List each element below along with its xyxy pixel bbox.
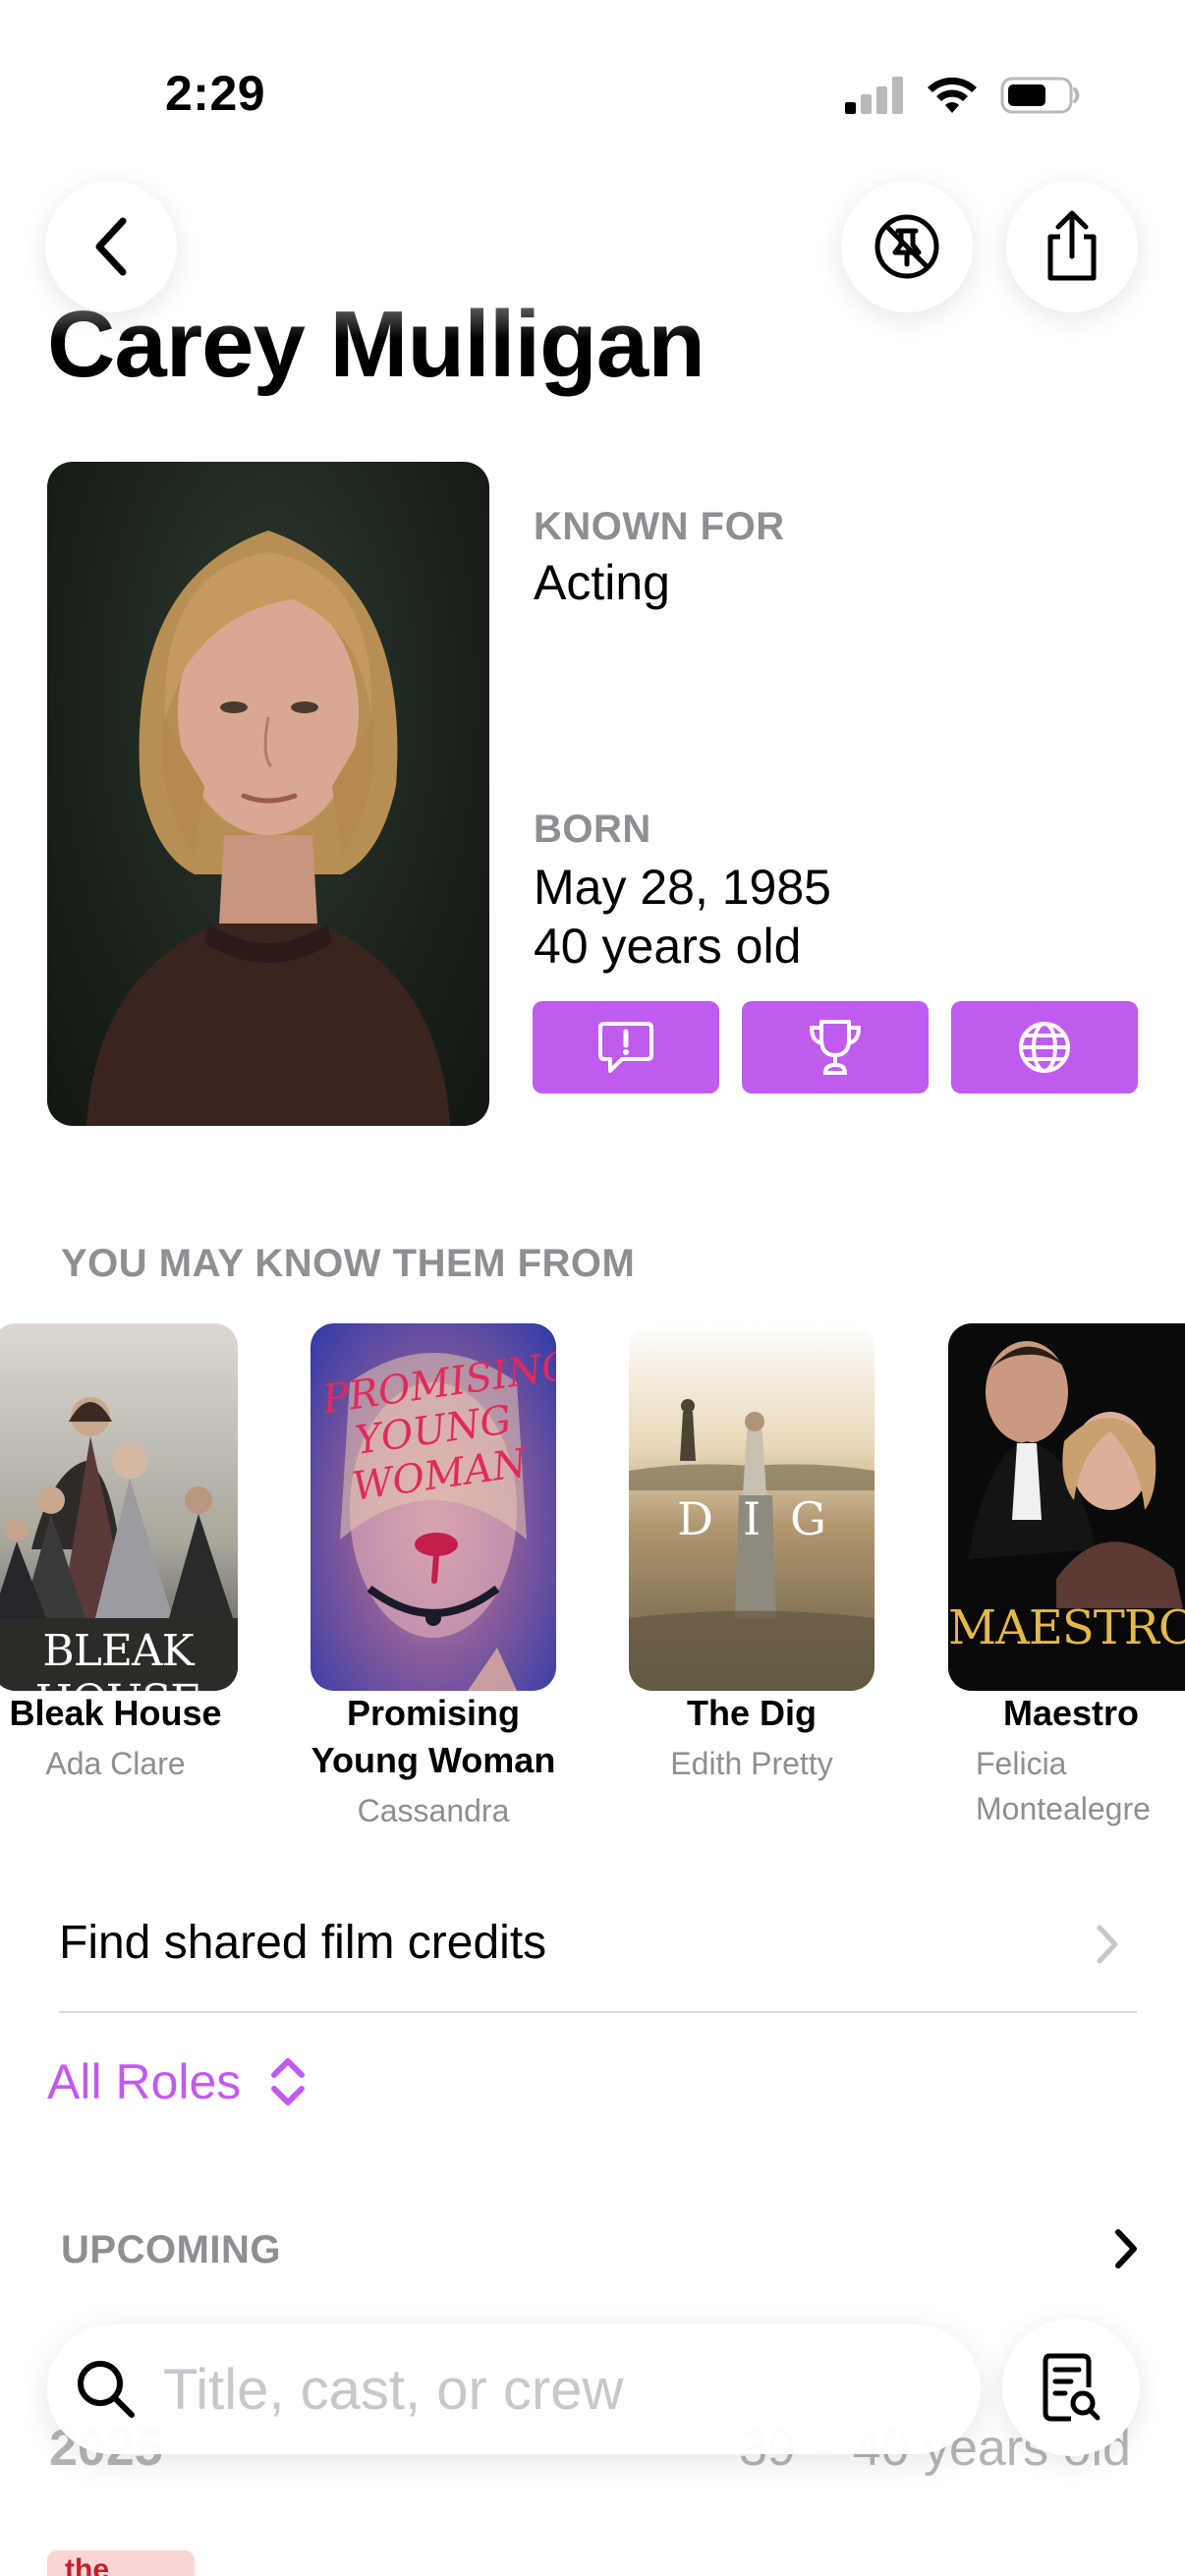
share-button[interactable] [1006, 181, 1138, 312]
known-from-section-title: YOU MAY KNOW THEM FROM [61, 1242, 636, 1285]
find-shared-credits-label: Find shared film credits [59, 1917, 547, 1969]
upcoming-badge-text: the [65, 2553, 109, 2576]
poster-maestro[interactable]: MAESTRO [948, 1323, 1185, 1691]
website-button[interactable] [951, 1001, 1138, 1093]
nav-fade-overlay [0, 0, 1185, 339]
share-icon [1047, 210, 1097, 281]
upcoming-section-title: UPCOMING [61, 2228, 281, 2271]
find-shared-credits-row[interactable]: Find shared film credits [0, 1896, 1185, 2004]
search-icon [78, 2361, 135, 2418]
back-button[interactable] [45, 181, 177, 312]
poster-bleak-house[interactable]: BLEAK HOUSE [0, 1323, 238, 1691]
status-icons [845, 71, 1081, 120]
born-label: BORN [534, 808, 651, 851]
cellular-signal-icon [845, 77, 903, 114]
row-divider [59, 2011, 1137, 2013]
known-for-value: Acting [534, 555, 670, 610]
known-for-label: KNOWN FOR [534, 505, 785, 548]
poster-text-maestro: MAESTRO [948, 1600, 1185, 1655]
upcoming-chevron-right-icon[interactable] [1112, 2226, 1142, 2271]
credit-role: Felicia Montealegre [976, 1746, 1151, 1826]
search-input[interactable]: Title, cast, or crew [163, 2357, 623, 2423]
credit-role: Edith Pretty [670, 1746, 833, 1781]
trophy-icon [809, 1020, 862, 1075]
battery-icon [1000, 77, 1080, 114]
globe-icon [1019, 1022, 1070, 1073]
search-bar[interactable]: Title, cast, or crew [47, 2324, 981, 2454]
poster-the-dig[interactable]: DIG [629, 1323, 875, 1691]
chevron-up-down-icon [271, 2058, 306, 2105]
pin-button[interactable] [841, 181, 973, 312]
credit-role: Cassandra [357, 1793, 510, 1828]
upcoming-badge: the [47, 2550, 195, 2576]
speech-bubble-exclamation-icon [598, 1022, 653, 1073]
chevron-right-icon [1097, 1925, 1118, 1964]
roles-filter-label: All Roles [47, 2054, 242, 2109]
poster-text-bleak-house: BLEAK HOUSE [35, 1626, 202, 1691]
credit-title[interactable]: The Dig [629, 1690, 875, 1737]
credit-title[interactable]: Maestro [948, 1690, 1185, 1737]
document-search-icon [1043, 2353, 1100, 2422]
credit-title[interactable]: Promising Young Woman [295, 1690, 572, 1784]
born-date: May 28, 1985 [534, 860, 831, 915]
credit-title[interactable]: Bleak House [0, 1690, 231, 1737]
credit-role: Ada Clare [45, 1746, 186, 1781]
wifi-icon [928, 77, 977, 113]
poster-text-promising-young-woman: PROMISING YOUNG WOMAN [319, 1342, 556, 1510]
poster-text-the-dig: DIG [677, 1492, 856, 1545]
quotes-button[interactable] [533, 1001, 719, 1093]
status-time: 2:29 [165, 66, 266, 121]
awards-button[interactable] [742, 1001, 929, 1093]
roles-filter-button[interactable]: All Roles [47, 2053, 308, 2110]
person-portrait [47, 462, 489, 1126]
poster-promising-young-woman[interactable]: PROMISING YOUNG WOMAN [310, 1323, 556, 1691]
age-value: 40 years old [534, 919, 802, 974]
chevron-left-icon [95, 217, 127, 276]
pin-slash-icon [875, 214, 939, 279]
list-search-button[interactable] [1002, 2319, 1140, 2456]
